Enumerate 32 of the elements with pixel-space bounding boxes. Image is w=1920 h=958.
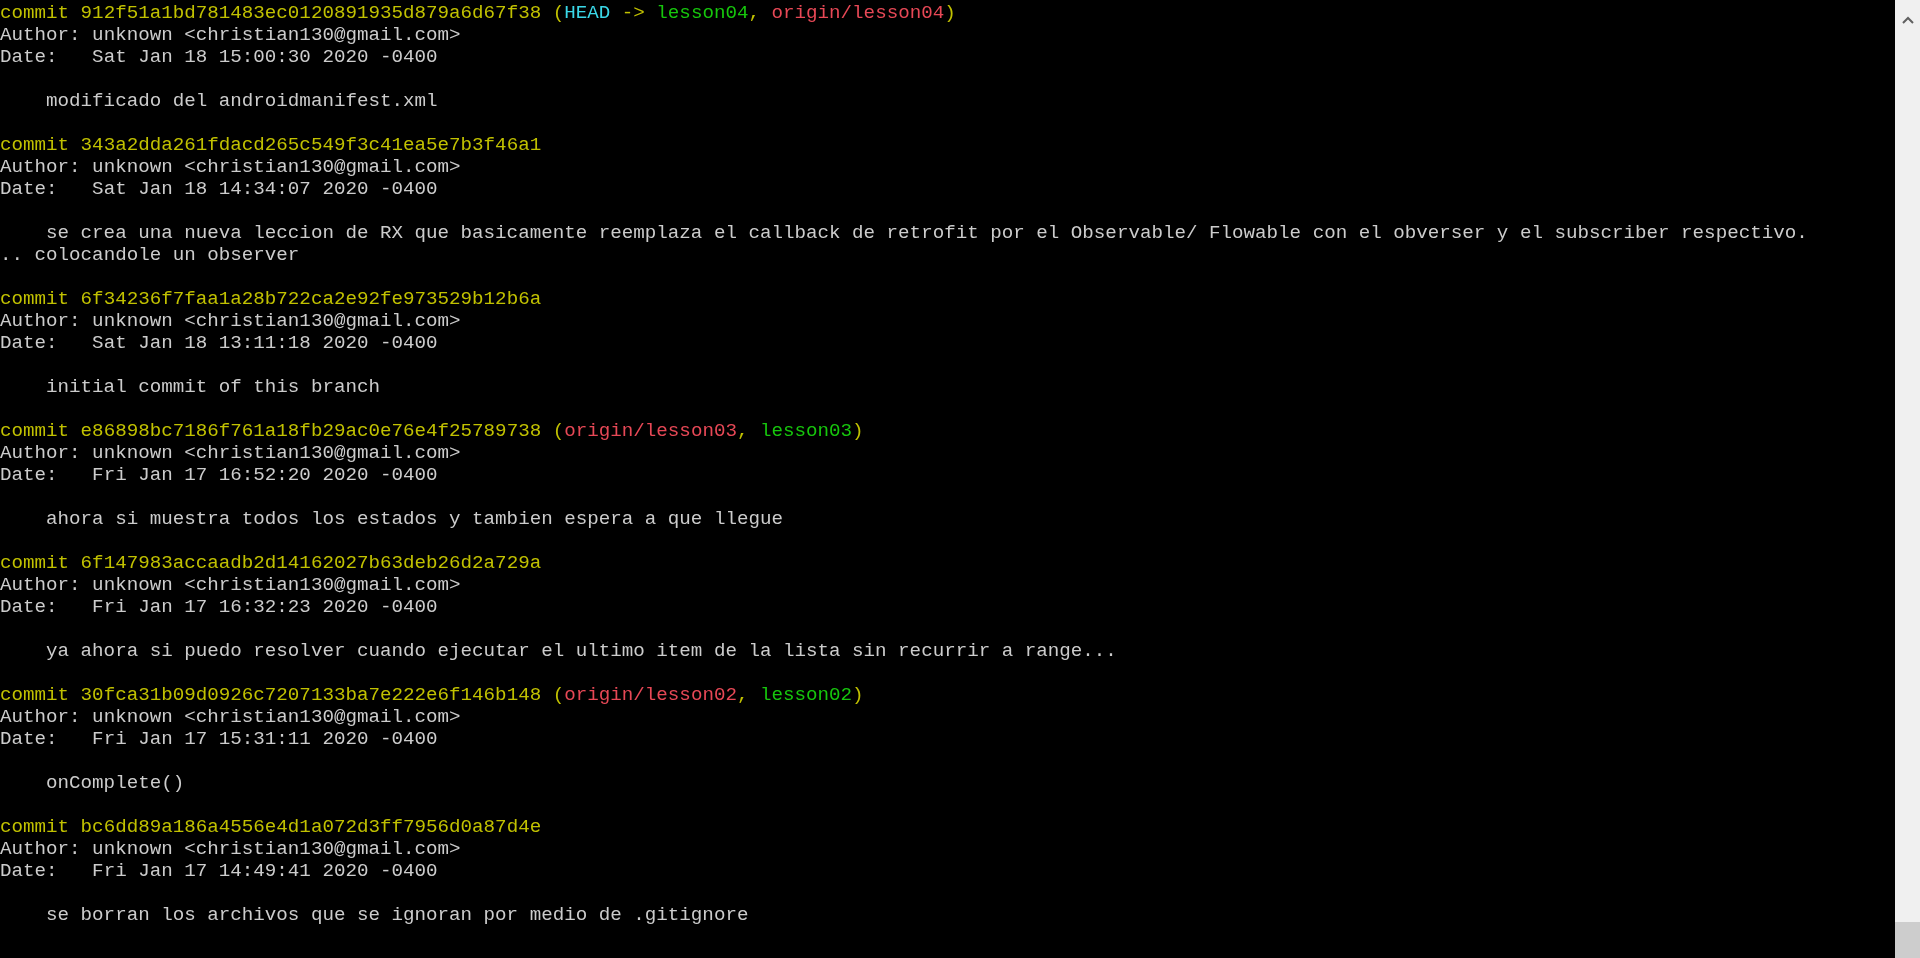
commit-message: initial commit of this branch [45,376,380,398]
date-line: Date: Sat Jan 18 13:11:18 2020 -0400 [0,332,438,354]
commit-message: onComplete() [45,772,185,794]
author-line: Author: unknown <christian130@gmail.com> [0,310,461,332]
scrollbar[interactable] [1895,0,1920,958]
commit-message: ahora si muestra todos los estados y tambien espera a que llegue [45,508,783,530]
date-line: Date: Sat Jan 18 15:00:30 2020 -0400 [0,46,438,68]
commit-message: ya ahora si puedo resolver cuando ejecutar el ultimo item de la lista sin recurrir a range... [45,640,1117,662]
date-line: Date: Fri Jan 17 16:32:23 2020 -0400 [0,596,438,618]
commit-message: se borran los archivos que se ignoran por medio de .gitignore [45,904,749,926]
commit-line: commit 30fca31b09d0926c7207133ba7e222e6f146b148 (origin/lesson02, lesson02) [0,684,864,706]
author-line: Author: unknown <christian130@gmail.com> [0,838,461,860]
author-line: Author: unknown <christian130@gmail.com> [0,574,461,596]
commit-line: commit 6f147983accaadb2d14162027b63deb26d2a729a [0,552,542,574]
date-line: Date: Sat Jan 18 14:34:07 2020 -0400 [0,178,438,200]
commit-message: .. colocandole un observer [0,244,300,266]
date-line: Date: Fri Jan 17 14:49:41 2020 -0400 [0,860,438,882]
date-line: Date: Fri Jan 17 16:52:20 2020 -0400 [0,464,438,486]
commit-line: commit e86898bc7186f761a18fb29ac0e76e4f25789738 (origin/lesson03, lesson03) [0,420,864,442]
scrollbar-thumb[interactable] [1895,922,1920,958]
author-line: Author: unknown <christian130@gmail.com> [0,156,461,178]
author-line: Author: unknown <christian130@gmail.com> [0,706,461,728]
author-line: Author: unknown <christian130@gmail.com> [0,442,461,464]
date-line: Date: Fri Jan 17 15:31:11 2020 -0400 [0,728,438,750]
commit-line: commit 343a2dda261fdacd265c549f3c41ea5e7b3f46a1 [0,134,542,156]
commit-message: modificado del androidmanifest.xml [45,90,438,112]
commit-line: commit 912f51a1bd781483ec0120891935d879a6d67f38 (HEAD -> lesson04, origin/lesson04) [0,2,956,24]
commit-line: commit 6f34236f7faa1a28b722ca2e92fe973529b12b6a [0,288,542,310]
author-line: Author: unknown <christian130@gmail.com> [0,24,461,46]
commit-line: commit bc6dd89a186a4556e4d1a072d3ff7956d0a87d4e [0,816,542,838]
scroll-up-icon[interactable] [1901,16,1914,24]
commit-message: se crea una nueva leccion de RX que basicamente reemplaza el callback de retrofit por el Observable/ Flowable con el obverser y el subscriber respectivo. [45,222,1808,244]
